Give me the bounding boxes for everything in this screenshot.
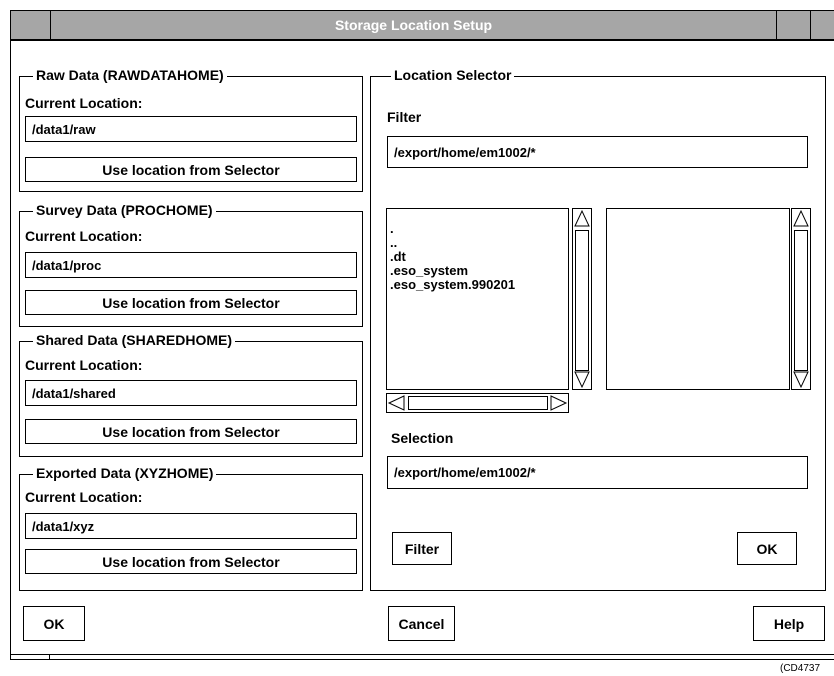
directory-vertical-scrollbar[interactable] xyxy=(572,208,592,390)
help-button[interactable]: Help xyxy=(753,606,825,641)
exported-data-location-field[interactable]: /data1/xyz xyxy=(25,513,357,539)
shared-data-current-location-label: Current Location: xyxy=(25,357,143,373)
shared-data-use-selector-button[interactable]: Use location from Selector xyxy=(25,419,357,444)
maximize-button[interactable] xyxy=(811,11,834,39)
selector-ok-button[interactable]: OK xyxy=(737,532,797,565)
directory-item[interactable]: .eso_system.990201 xyxy=(387,278,515,292)
directory-horizontal-scrollbar[interactable] xyxy=(386,393,569,413)
survey-data-location-field[interactable]: /data1/proc xyxy=(25,252,357,278)
directory-item[interactable]: .. xyxy=(387,236,515,250)
directory-item[interactable]: .dt xyxy=(387,250,515,264)
title-bar[interactable]: Storage Location Setup xyxy=(10,10,834,40)
raw-data-current-location-label: Current Location: xyxy=(25,95,143,111)
exported-data-title: Exported Data (XYZHOME) xyxy=(33,465,217,481)
selection-field[interactable]: /export/home/em1002/* xyxy=(387,456,808,489)
shared-data-title: Shared Data (SHAREDHOME) xyxy=(33,332,236,348)
window-title: Storage Location Setup xyxy=(334,17,493,33)
selection-label: Selection xyxy=(391,430,454,446)
file-vertical-scrollbar[interactable] xyxy=(791,208,811,390)
raw-data-title: Raw Data (RAWDATAHOME) xyxy=(33,67,227,83)
ok-button[interactable]: OK xyxy=(23,606,85,641)
minimize-button[interactable] xyxy=(776,11,811,39)
filter-field[interactable]: /export/home/em1002/* xyxy=(387,136,808,168)
filter-button[interactable]: Filter xyxy=(392,532,452,565)
survey-data-current-location-label: Current Location: xyxy=(25,228,143,244)
exported-data-current-location-label: Current Location: xyxy=(25,489,143,505)
file-list[interactable] xyxy=(606,208,790,390)
directory-list[interactable]: . .. .dt .eso_system .eso_system.990201 xyxy=(386,208,569,390)
raw-data-location-field[interactable]: /data1/raw xyxy=(25,116,357,142)
survey-data-title: Survey Data (PROCHOME) xyxy=(33,202,216,218)
filter-label: Filter xyxy=(387,109,422,125)
shared-data-location-field[interactable]: /data1/shared xyxy=(25,380,357,406)
window-menu-button[interactable] xyxy=(11,11,51,39)
directory-item[interactable]: .eso_system xyxy=(387,264,515,278)
figure-credit: (CD4737 xyxy=(780,663,821,674)
directory-item[interactable]: . xyxy=(387,222,515,236)
raw-data-use-selector-button[interactable]: Use location from Selector xyxy=(25,157,357,182)
location-selector-title: Location Selector xyxy=(391,67,515,83)
exported-data-use-selector-button[interactable]: Use location from Selector xyxy=(25,549,357,574)
cancel-button[interactable]: Cancel xyxy=(388,606,455,641)
survey-data-use-selector-button[interactable]: Use location from Selector xyxy=(25,290,357,315)
